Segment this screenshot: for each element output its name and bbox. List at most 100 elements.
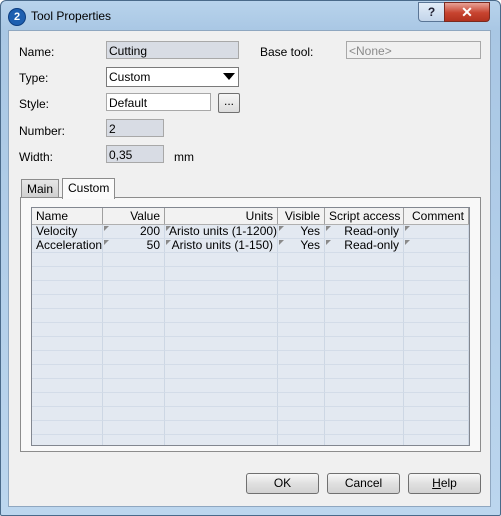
- table-row[interactable]: Acceleration 50 Aristo units (1-150) Yes…: [32, 239, 469, 253]
- table-header: Name Value Units Visible Script access C…: [32, 208, 469, 225]
- empty-cell: [404, 435, 469, 445]
- empty-cell: [32, 267, 103, 281]
- empty-cell: [32, 407, 103, 421]
- empty-row: [32, 351, 469, 365]
- empty-row: [32, 281, 469, 295]
- cell-name: Velocity: [32, 225, 103, 239]
- empty-cell: [165, 435, 278, 445]
- empty-cell: [278, 253, 325, 267]
- cell-value[interactable]: 200: [103, 225, 165, 239]
- type-select-value: Custom: [109, 70, 151, 84]
- empty-cell: [32, 421, 103, 435]
- empty-cell: [325, 421, 404, 435]
- empty-cell: [165, 281, 278, 295]
- column-header-name[interactable]: Name: [32, 208, 103, 224]
- properties-table[interactable]: Name Value Units Visible Script access C…: [31, 207, 470, 446]
- empty-cell: [32, 365, 103, 379]
- close-button[interactable]: ✕: [444, 2, 490, 22]
- empty-cell: [278, 421, 325, 435]
- cell-units: Aristo units (1-150): [165, 239, 278, 253]
- empty-cell: [165, 337, 278, 351]
- type-select[interactable]: Custom: [106, 67, 239, 87]
- empty-cell: [325, 435, 404, 445]
- empty-cell: [32, 337, 103, 351]
- empty-cell: [325, 379, 404, 393]
- empty-cell: [165, 351, 278, 365]
- empty-row: [32, 421, 469, 435]
- empty-cell: [165, 407, 278, 421]
- empty-cell: [165, 309, 278, 323]
- cell-comment[interactable]: [404, 225, 469, 239]
- cell-comment[interactable]: [404, 239, 469, 253]
- title-bar[interactable]: 2 Tool Properties ? ✕: [1, 1, 500, 31]
- empty-row: [32, 323, 469, 337]
- empty-cell: [278, 393, 325, 407]
- column-header-script-access[interactable]: Script access: [325, 208, 404, 224]
- empty-cell: [278, 407, 325, 421]
- empty-cell: [278, 281, 325, 295]
- empty-cell: [325, 295, 404, 309]
- ok-button[interactable]: OK: [246, 473, 319, 494]
- cell-script-access: Read-only: [325, 239, 404, 253]
- empty-cell: [404, 351, 469, 365]
- empty-row: [32, 309, 469, 323]
- empty-cell: [103, 407, 165, 421]
- empty-cell: [404, 379, 469, 393]
- number-field[interactable]: 2: [106, 119, 164, 137]
- empty-cell: [278, 351, 325, 365]
- column-header-value[interactable]: Value: [103, 208, 165, 224]
- empty-cell: [165, 379, 278, 393]
- width-field[interactable]: 0,35: [106, 145, 164, 163]
- help-button[interactable]: Help: [408, 473, 481, 494]
- titlebar-help-button[interactable]: ?: [418, 2, 445, 22]
- empty-cell: [325, 365, 404, 379]
- cell-value[interactable]: 50: [103, 239, 165, 253]
- empty-row: [32, 253, 469, 267]
- empty-cell: [103, 365, 165, 379]
- name-field[interactable]: Cutting: [106, 41, 239, 59]
- width-unit: mm: [174, 150, 194, 164]
- empty-cell: [32, 295, 103, 309]
- empty-cell: [165, 253, 278, 267]
- empty-cell: [404, 393, 469, 407]
- empty-cell: [32, 435, 103, 445]
- cell-visible: Yes: [278, 225, 325, 239]
- empty-cell: [404, 295, 469, 309]
- column-header-visible[interactable]: Visible: [278, 208, 325, 224]
- empty-cell: [32, 379, 103, 393]
- empty-cell: [103, 323, 165, 337]
- empty-cell: [404, 337, 469, 351]
- column-header-comment[interactable]: Comment: [404, 208, 469, 224]
- empty-row: [32, 295, 469, 309]
- number-label: Number:: [19, 124, 66, 138]
- empty-cell: [278, 323, 325, 337]
- empty-cell: [103, 337, 165, 351]
- empty-cell: [32, 351, 103, 365]
- empty-cell: [165, 323, 278, 337]
- empty-cell: [278, 295, 325, 309]
- empty-row: [32, 267, 469, 281]
- app-logo-icon: 2: [8, 8, 26, 26]
- empty-cell: [278, 309, 325, 323]
- table-row[interactable]: Velocity 200 Aristo units (1-1200) Yes R…: [32, 225, 469, 239]
- empty-cell: [32, 309, 103, 323]
- tab-main[interactable]: Main: [21, 179, 60, 197]
- style-browse-button[interactable]: ...: [218, 93, 240, 113]
- empty-cell: [325, 407, 404, 421]
- empty-cell: [103, 253, 165, 267]
- empty-row: [32, 393, 469, 407]
- empty-cell: [32, 393, 103, 407]
- empty-cell: [103, 435, 165, 445]
- column-header-units[interactable]: Units: [165, 208, 278, 224]
- name-label: Name:: [19, 45, 55, 59]
- empty-cell: [325, 281, 404, 295]
- empty-cell: [278, 365, 325, 379]
- empty-cell: [404, 421, 469, 435]
- empty-cell: [278, 267, 325, 281]
- window-title: Tool Properties: [31, 9, 112, 23]
- empty-cell: [103, 393, 165, 407]
- style-field[interactable]: Default: [106, 93, 211, 111]
- empty-cell: [325, 323, 404, 337]
- tab-custom[interactable]: Custom: [62, 178, 116, 199]
- cancel-button[interactable]: Cancel: [327, 473, 400, 494]
